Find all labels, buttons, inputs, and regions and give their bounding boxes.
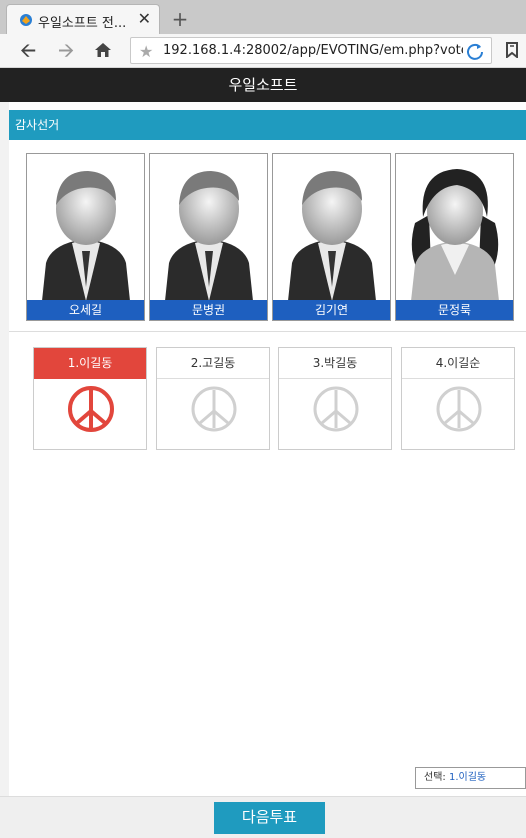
next-vote-button[interactable]: 다음투표	[214, 802, 325, 834]
vote-choice[interactable]: 1.이길동	[33, 347, 147, 450]
male-avatar-icon	[288, 171, 376, 301]
selection-status: 선택: 1.이길동	[415, 767, 526, 789]
page-content: 감사선거 오세길 문병권 김기연 문정룩 1.이길동 2.고길동 3.박길동 4…	[9, 102, 526, 796]
browser-tab-strip: 우일소프트 전... ✕ +	[0, 0, 526, 34]
candidate-card[interactable]: 김기연	[272, 153, 391, 321]
url-text: 192.168.1.4:28002/app/EVOTING/em.php?vot…	[163, 43, 463, 58]
candidate-name: 오세길	[27, 300, 144, 320]
choice-label: 1.이길동	[34, 348, 146, 379]
tab-title: 우일소프트 전...	[38, 16, 127, 31]
male-avatar-icon	[165, 171, 253, 301]
female-avatar-icon	[411, 169, 499, 301]
choice-label: 2.고길동	[157, 348, 269, 379]
app-header: 우일소프트	[0, 68, 526, 102]
choice-label: 3.박길동	[279, 348, 391, 379]
selection-value: 1.이길동	[448, 772, 487, 783]
vote-stamp-icon	[68, 386, 114, 432]
new-tab-button[interactable]: +	[166, 6, 194, 32]
reload-icon[interactable]	[465, 41, 485, 61]
vote-choice[interactable]: 3.박길동	[278, 347, 392, 450]
section-title: 감사선거	[9, 110, 526, 140]
address-bar[interactable]: ★ 192.168.1.4:28002/app/EVOTING/em.php?v…	[130, 37, 492, 64]
star-icon[interactable]: ★	[139, 42, 153, 61]
tab-close-icon[interactable]: ✕	[138, 9, 151, 28]
favicon-icon	[20, 14, 32, 26]
vote-choice[interactable]: 2.고길동	[156, 347, 270, 450]
bookmark-icon[interactable]	[506, 42, 518, 58]
vote-stamp-icon	[313, 386, 359, 432]
home-icon[interactable]	[94, 42, 112, 58]
candidate-card[interactable]: 오세길	[26, 153, 145, 321]
vote-stamp-icon	[436, 386, 482, 432]
divider	[9, 331, 526, 332]
vote-choice[interactable]: 4.이길순	[401, 347, 515, 450]
male-avatar-icon	[42, 171, 130, 301]
back-icon[interactable]: 🡨	[20, 40, 36, 60]
candidate-name: 문병권	[150, 300, 267, 320]
candidate-card[interactable]: 문병권	[149, 153, 268, 321]
candidate-name: 문정룩	[396, 300, 513, 320]
browser-tab[interactable]: 우일소프트 전... ✕	[6, 4, 160, 34]
choice-label: 4.이길순	[402, 348, 514, 379]
browser-toolbar: 🡨 🡪 ★ 192.168.1.4:28002/app/EVOTING/em.p…	[0, 34, 526, 68]
footer: 다음투표	[0, 796, 526, 838]
forward-icon[interactable]: 🡪	[58, 40, 74, 60]
candidate-card[interactable]: 문정룩	[395, 153, 514, 321]
selection-label: 선택:	[424, 772, 446, 783]
vote-stamp-icon	[191, 386, 237, 432]
candidate-name: 김기연	[273, 300, 390, 320]
